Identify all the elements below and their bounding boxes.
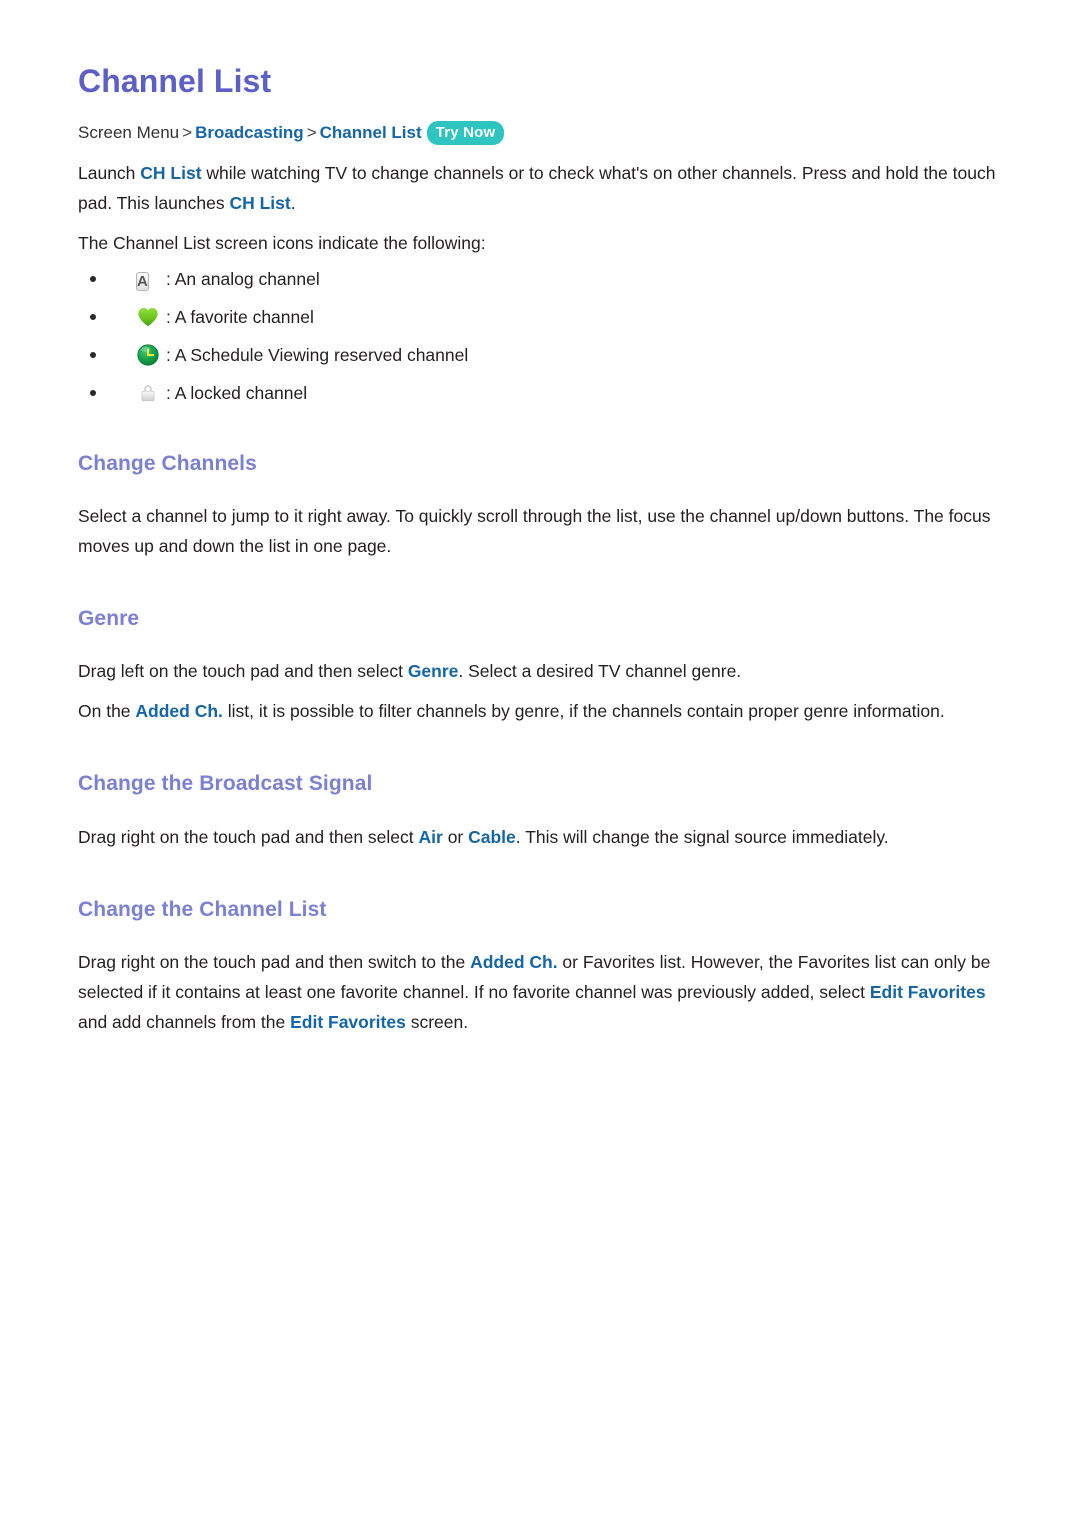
section-change-channels: Change Channels Select a channel to jump… xyxy=(78,451,1000,561)
favorite-heart-icon xyxy=(136,305,160,329)
list-item-label: : An analog channel xyxy=(166,268,320,289)
intro-paragraph-2: The Channel List screen icons indicate t… xyxy=(78,232,486,253)
channel-icon-legend-list: A : An analog channel: A favorite chann… xyxy=(78,266,1000,406)
section-paragraph: Drag right on the touch pad and then sel… xyxy=(78,822,1000,852)
ccl-p1-text-a: Drag right on the touch pad and then swi… xyxy=(78,951,471,972)
ccl-p1-text-d: screen. xyxy=(405,1011,469,1032)
section-paragraph: Drag right on the touch pad and then swi… xyxy=(78,947,1000,1037)
section-paragraph-1: Drag left on the touch pad and then sele… xyxy=(78,656,1000,686)
signal-p1-link-cable[interactable]: Cable xyxy=(468,827,516,847)
section-genre: Genre Drag left on the touch pad and the… xyxy=(78,606,1000,726)
intro-paragraph-1: Launch CH List while watching TV to chan… xyxy=(78,158,1000,218)
intro-p1-link-ch-list-1[interactable]: CH List xyxy=(140,163,201,183)
genre-p1-text-a: Drag left on the touch pad and then sele… xyxy=(78,661,408,682)
intro-p1-link-ch-list-2[interactable]: CH List xyxy=(229,193,290,213)
genre-p2-link-added-ch[interactable]: Added Ch. xyxy=(135,701,223,721)
genre-p1-link-genre[interactable]: Genre xyxy=(408,661,459,681)
section-heading: Change Channels xyxy=(78,451,257,475)
section-paragraph: Select a channel to jump to it right awa… xyxy=(78,506,991,557)
analog-a-icon: A xyxy=(136,267,160,291)
signal-p1-text-c: . This will change the signal source imm… xyxy=(515,826,889,847)
list-item: : A favorite channel xyxy=(78,304,1000,330)
breadcrumb-item-broadcasting[interactable]: Broadcasting xyxy=(195,123,304,142)
breadcrumb: Screen Menu > Broadcasting > Channel List Try… xyxy=(78,120,1000,146)
section-change-channel-list: Change the Channel List Drag right on th… xyxy=(78,897,1000,1037)
list-item-label: : A locked channel xyxy=(166,382,308,403)
locked-padlock-icon xyxy=(136,381,160,405)
analog-a-icon-label: A xyxy=(136,271,149,291)
breadcrumb-separator-1: > xyxy=(182,123,193,143)
list-item: : A locked channel xyxy=(78,380,1000,406)
bullet-dot-icon xyxy=(90,351,96,358)
intro-p1-text-a: Launch xyxy=(78,162,141,183)
signal-p1-link-air[interactable]: Air xyxy=(419,827,443,847)
intro-p1-text-b: while watching TV to change channels or … xyxy=(78,162,996,213)
genre-p2-text-b: list, it is possible to filter channels … xyxy=(222,701,945,722)
bullet-dot-icon xyxy=(90,389,96,396)
document-page: Channel List Screen Menu > Broadcasting > Ch… xyxy=(0,0,1080,1527)
ccl-p1-link-edit-favorites-2[interactable]: Edit Favorites xyxy=(290,1012,406,1032)
bullet-dot-icon xyxy=(90,313,96,320)
signal-p1-text-b: or xyxy=(442,826,469,847)
intro-p1-text-c: . xyxy=(290,192,296,213)
page-title: Channel List xyxy=(78,63,272,99)
breadcrumb-separator-2: > xyxy=(306,123,317,143)
genre-p2-text-a: On the xyxy=(78,701,136,722)
section-change-broadcast-signal: Change the Broadcast Signal Drag right o… xyxy=(78,771,1000,851)
genre-p1-text-b: . Select a desired TV channel genre. xyxy=(458,661,742,682)
list-item: A : An analog channel xyxy=(78,266,1000,292)
ccl-p1-text-c: and add channels from the xyxy=(78,1011,291,1032)
signal-p1-text-a: Drag right on the touch pad and then sel… xyxy=(78,826,419,847)
list-item-label: : A Schedule Viewing reserved channel xyxy=(166,344,469,365)
section-paragraph-2: On the Added Ch. list, it is possible to… xyxy=(78,696,1000,726)
list-item: : A Schedule Viewing reserved channel xyxy=(78,342,1000,368)
section-heading: Change the Broadcast Signal xyxy=(78,772,373,796)
ccl-p1-link-added-ch[interactable]: Added Ch. xyxy=(470,952,558,972)
list-item-label: : A favorite channel xyxy=(166,306,314,327)
section-heading: Change the Channel List xyxy=(78,897,327,921)
try-now-badge[interactable]: Try Now xyxy=(426,121,505,146)
ccl-p1-link-edit-favorites-1[interactable]: Edit Favorites xyxy=(870,982,986,1002)
bullet-dot-icon xyxy=(90,275,96,282)
breadcrumb-item-channel-list[interactable]: Channel List xyxy=(320,123,422,142)
section-heading: Genre xyxy=(78,607,140,631)
schedule-clock-icon xyxy=(136,343,160,367)
breadcrumb-root: Screen Menu xyxy=(78,123,180,143)
